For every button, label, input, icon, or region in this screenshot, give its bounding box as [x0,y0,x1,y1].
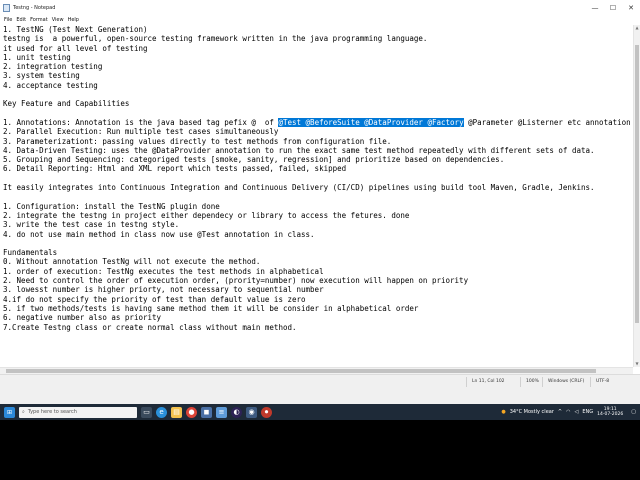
tray-chevron-icon[interactable]: ^ [558,409,562,415]
text-line[interactable]: Fundamentals [3,248,633,257]
cursor-position: Ln 11, Col 102 [472,379,505,384]
text-line[interactable]: 2. Parallel Execution: Run multiple test… [3,127,633,136]
notepad-taskbar-icon[interactable]: ≡ [216,406,227,418]
search-placeholder: Type here to search [27,409,77,415]
maximize-button[interactable]: ☐ [604,0,622,16]
notepad-window: Testng - Notepad — ☐ ✕ File Edit Format … [0,0,640,404]
text-line[interactable]: 5. Grouping and Sequencing: categoriged … [3,155,633,164]
text-line[interactable]: 1. unit testing [3,53,633,62]
file-explorer-icon[interactable]: ▤ [171,406,182,418]
text-line[interactable]: 1. Annotations: Annotation is the java b… [3,117,633,127]
text-line[interactable]: Key Feature and Capabilities [3,99,633,108]
app-icon[interactable]: ◉ [246,406,257,418]
text-line[interactable]: 1. Configuration: install the TestNG plu… [3,202,633,211]
menu-edit[interactable]: Edit [12,16,26,25]
eclipse-icon[interactable]: ◐ [231,406,242,418]
search-icon: ⌕ [22,409,25,415]
text-line[interactable]: 3. write the test case in testng style. [3,220,633,229]
text-line[interactable]: 5. if two methods/tests is having same m… [3,304,633,313]
scroll-up-arrow-icon[interactable]: ▲ [634,25,640,31]
text-line[interactable]: 0. Without annotation TestNg will not ex… [3,257,633,266]
network-icon[interactable]: ◠ [566,409,570,415]
clock-date: 14-07-2026 [597,412,624,417]
text-line[interactable]: 7.Create Testng class or create normal c… [3,323,633,332]
edge-icon[interactable]: e [156,406,167,418]
text-line[interactable] [3,90,633,99]
chrome-icon[interactable]: ● [186,406,197,418]
text-line[interactable]: 6. negative number also as priority [3,313,633,322]
horizontal-scroll-thumb[interactable] [6,369,596,373]
weather-icon[interactable]: ● [501,409,505,415]
zoom-level: 100% [526,379,539,384]
vertical-scrollbar[interactable]: ▲ ▼ [633,25,640,367]
minimize-button[interactable]: — [586,0,604,16]
store-icon[interactable]: ◼ [201,406,212,418]
text-line[interactable] [3,109,633,118]
text-line[interactable] [3,192,633,201]
system-tray: ● 34°C Mostly clear ^ ◠ ◁ ENG 19:11 14-0… [501,404,640,420]
task-view-icon[interactable]: ▭ [141,406,152,418]
text-line[interactable]: testng is a powerful, open-source testin… [3,34,633,43]
title-bar[interactable]: Testng - Notepad — ☐ ✕ [0,0,640,16]
start-windows-icon[interactable]: ⊞ [4,406,15,418]
weather-text[interactable]: 34°C Mostly clear [510,409,554,415]
text-line[interactable]: 4. acceptance testing [3,81,633,90]
window-title: Testng - Notepad [13,5,56,11]
text-line[interactable]: 2. integration testing [3,62,633,71]
text-line[interactable]: 6. Detail Reporting: Html and XML report… [3,164,633,173]
text-line[interactable] [3,174,633,183]
menu-help[interactable]: Help [64,16,79,25]
menu-format[interactable]: Format [26,16,48,25]
line-ending: Windows (CRLF) [548,379,585,384]
document-text[interactable]: 1. TestNG (Test Next Generation) testng i… [0,25,633,332]
menu-view[interactable]: View [48,16,64,25]
text-editor-area[interactable]: 1. TestNG (Test Next Generation) testng i… [0,25,633,367]
scroll-down-arrow-icon[interactable]: ▼ [634,361,640,367]
taskbar: ⊞ ⌕ Type here to search ▭ e ▤ ● ◼ ≡ ◐ ◉ … [0,404,640,420]
text-line[interactable]: 2. integrate the testng in project eithe… [3,211,633,220]
menu-bar: File Edit Format View Help [0,16,640,25]
taskbar-search-box[interactable]: ⌕ Type here to search [19,406,137,418]
text-line[interactable]: It easily integrates into Continuous Int… [3,183,633,192]
vertical-scroll-thumb[interactable] [635,45,639,323]
status-bar: Ln 11, Col 102 100% Windows (CRLF) UTF-8 [0,374,640,404]
text-line[interactable]: 3. Parameterizationt: passing values dir… [3,137,633,146]
text-line[interactable]: 4. Data-Driven Testing: uses the @DataPr… [3,146,633,155]
text-line[interactable] [3,239,633,248]
text-line[interactable]: 4. do not use main method in class now u… [3,230,633,239]
notification-icon[interactable]: ▢ [631,409,636,415]
recorder-icon[interactable]: ⏺ [261,406,272,418]
text-line[interactable]: it used for all level of testing [3,44,633,53]
volume-icon[interactable]: ◁ [574,409,578,415]
clock[interactable]: 19:11 14-07-2026 [597,407,623,418]
text-line[interactable]: 1. TestNG (Test Next Generation) [3,25,633,34]
encoding: UTF-8 [596,379,610,384]
horizontal-scrollbar[interactable] [0,367,633,374]
notepad-icon [3,4,10,12]
text-line[interactable]: 1. order of execution: TestNg executes t… [3,267,633,276]
text-line[interactable]: 3. lowesst number is higher priorty, not… [3,285,633,294]
close-button[interactable]: ✕ [622,0,640,16]
selected-text[interactable]: @Test @BeforeSuite @DataProvider @Factor… [278,117,464,127]
text-line[interactable]: 4.if do not specify the priority of test… [3,295,633,304]
menu-file[interactable]: File [0,16,12,25]
text-line[interactable]: 2. Need to control the order of executio… [3,276,633,285]
text-line[interactable]: 3. system testing [3,71,633,80]
language-indicator[interactable]: ENG [582,409,593,415]
